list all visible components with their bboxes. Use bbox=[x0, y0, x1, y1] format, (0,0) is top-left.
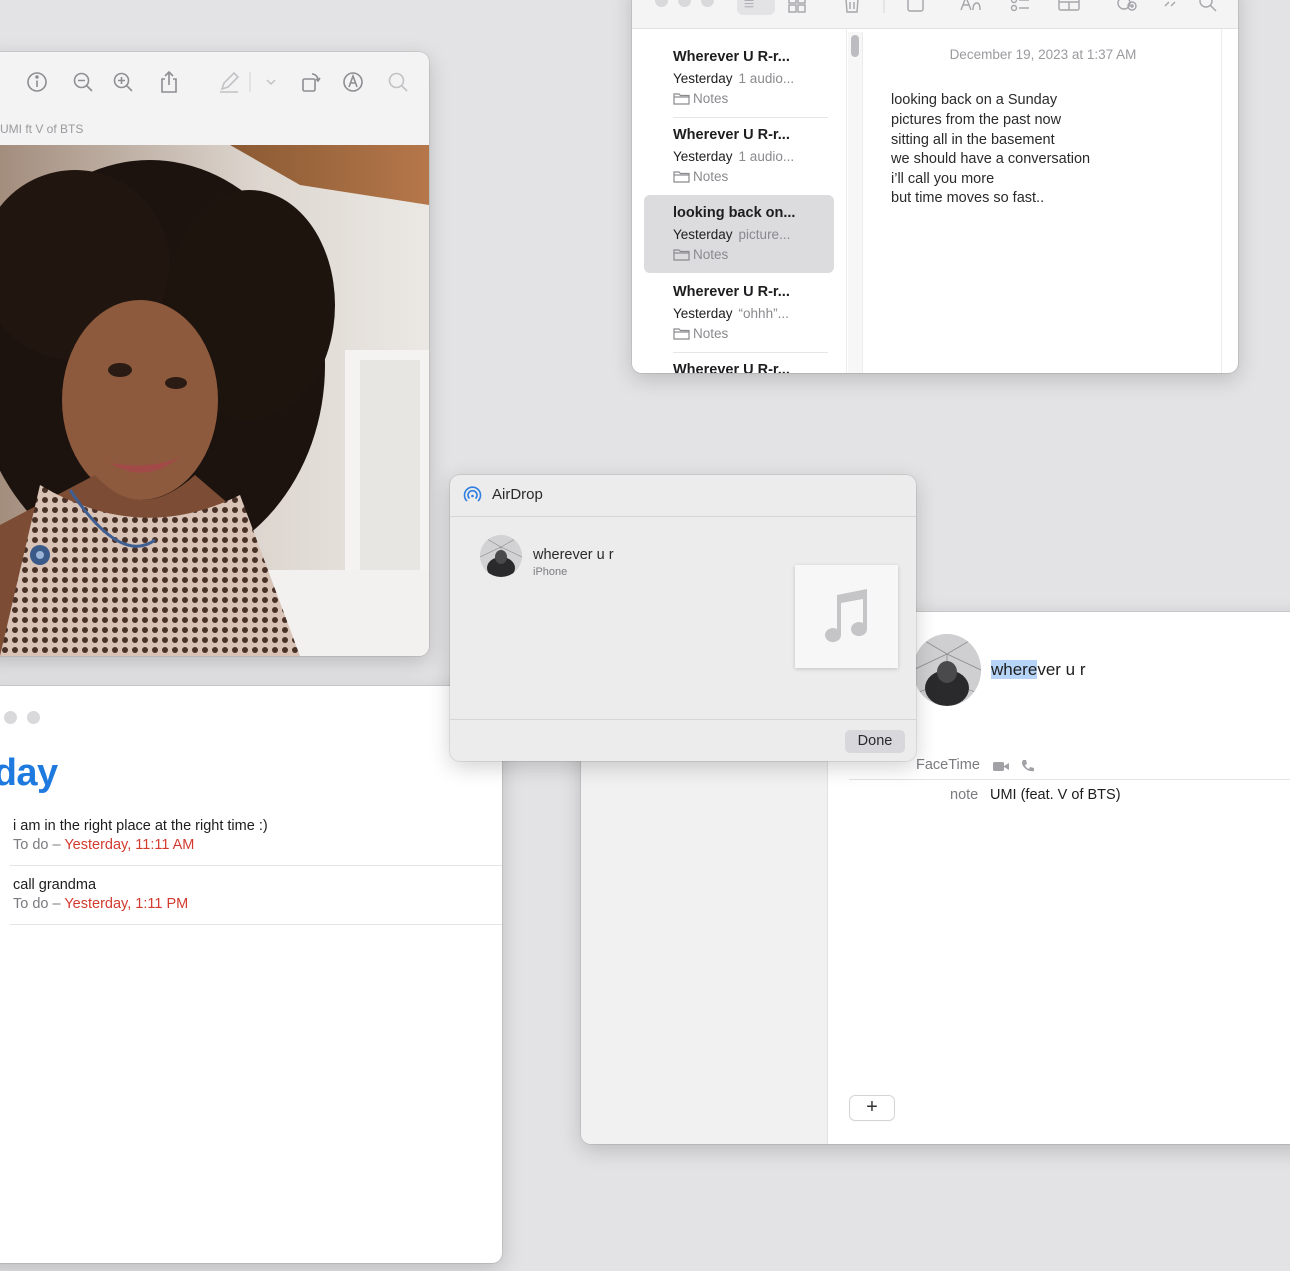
note-line: but time moves so fast.. bbox=[891, 190, 1045, 206]
folder-icon bbox=[673, 93, 690, 105]
zoom-in-icon[interactable] bbox=[110, 69, 136, 95]
note-line: sitting all in the basement bbox=[891, 132, 1055, 148]
note-field-label: note bbox=[950, 787, 979, 803]
gallery-view-icon[interactable] bbox=[785, 0, 809, 15]
search-icon[interactable] bbox=[1196, 0, 1220, 15]
info-icon[interactable] bbox=[24, 69, 50, 95]
note-line: i’ll call you more bbox=[891, 171, 995, 187]
notes-list: Wherever U R-r... Yesterday 1 audio... No… bbox=[632, 29, 847, 373]
device-avatar[interactable] bbox=[480, 535, 522, 577]
note-list-item[interactable]: Wherever U R-r... Yesterday 1 audio... No… bbox=[644, 39, 834, 118]
note-list-item[interactable]: Wherever U R-r... Yesterday 1 audio... No… bbox=[644, 117, 834, 195]
portrait-photo bbox=[0, 145, 429, 656]
folder-icon bbox=[673, 328, 690, 340]
reminder-title: i am in the right place at the right tim… bbox=[13, 818, 268, 834]
checklist-icon[interactable] bbox=[1008, 0, 1032, 15]
list-view-icon[interactable] bbox=[737, 0, 775, 15]
note-list-item[interactable]: Wherever U R-r... bbox=[644, 352, 834, 373]
delete-icon[interactable] bbox=[840, 0, 864, 15]
collaborate-icon[interactable] bbox=[1115, 0, 1139, 15]
reminder-item[interactable]: i am in the right place at the right tim… bbox=[10, 818, 502, 866]
preview-toolbar bbox=[0, 52, 429, 114]
airdrop-title: AirDrop bbox=[492, 486, 543, 503]
video-camera-icon[interactable] bbox=[992, 758, 1010, 774]
contact-avatar[interactable] bbox=[913, 634, 981, 706]
search-icon[interactable] bbox=[385, 69, 411, 95]
format-icon[interactable] bbox=[958, 0, 982, 15]
reminder-item[interactable]: call grandma To do – Yesterday, 1:11 PM bbox=[10, 877, 502, 925]
note-line: we should have a conversation bbox=[891, 151, 1091, 167]
reminder-due: Yesterday, 1:11 PM bbox=[64, 896, 189, 912]
list-heading: oday bbox=[0, 752, 58, 794]
airdrop-sheet: AirDrop wherever u r iPhone Done bbox=[450, 475, 916, 761]
compose-icon[interactable] bbox=[904, 0, 928, 15]
zoom-button[interactable] bbox=[27, 711, 40, 724]
preview-window: UMI ft V of BTS bbox=[0, 52, 429, 656]
music-note-icon bbox=[825, 589, 868, 643]
share-icon[interactable] bbox=[156, 69, 182, 95]
note-list-item[interactable]: Wherever U R-r... Yesterday “ohhh”... Not… bbox=[644, 274, 834, 353]
rotate-icon[interactable] bbox=[298, 69, 324, 95]
separator bbox=[242, 69, 256, 95]
notes-window: Wherever U R-r... Yesterday 1 audio... No… bbox=[632, 0, 1238, 373]
zoom-out-icon[interactable] bbox=[70, 69, 96, 95]
notes-toolbar bbox=[632, 0, 1238, 29]
reminders-window: oday i am in the right place at the righ… bbox=[0, 686, 502, 1263]
table-icon[interactable] bbox=[1057, 0, 1081, 15]
airdrop-header: AirDrop bbox=[450, 475, 916, 517]
note-list-item-selected[interactable]: looking back on... Yesterday picture... N… bbox=[644, 195, 834, 273]
more-chevron-icon[interactable] bbox=[1160, 0, 1184, 15]
device-name[interactable]: wherever u r bbox=[533, 547, 614, 563]
contact-name[interactable]: wherever u r bbox=[991, 660, 1086, 680]
minimize-button[interactable] bbox=[4, 711, 17, 724]
note-line: pictures from the past now bbox=[891, 112, 1062, 128]
add-field-button[interactable]: + bbox=[850, 1096, 894, 1120]
airdrop-icon bbox=[462, 485, 483, 506]
minimize-button[interactable] bbox=[678, 0, 691, 7]
reminder-title: call grandma bbox=[13, 877, 97, 893]
close-button[interactable] bbox=[655, 0, 668, 7]
done-button[interactable]: Done bbox=[845, 730, 905, 753]
phone-icon[interactable] bbox=[1019, 758, 1037, 774]
chevron-down-icon[interactable] bbox=[258, 69, 276, 95]
facetime-label: FaceTime bbox=[916, 757, 980, 773]
folder-icon bbox=[673, 171, 690, 183]
notes-list-scrollbar[interactable] bbox=[848, 32, 863, 373]
scrollbar-thumb[interactable] bbox=[851, 35, 859, 57]
reminder-due: Yesterday, 11:11 AM bbox=[64, 837, 195, 853]
note-date: December 19, 2023 at 1:37 AM bbox=[949, 47, 1137, 62]
annotate-icon[interactable] bbox=[340, 69, 366, 95]
zoom-button[interactable] bbox=[701, 0, 714, 7]
folder-icon bbox=[673, 249, 690, 261]
note-editor[interactable]: December 19, 2023 at 1:37 AM looking bac… bbox=[864, 29, 1222, 373]
separator bbox=[872, 0, 885, 15]
music-file-thumbnail bbox=[795, 565, 898, 668]
device-type: iPhone bbox=[533, 566, 568, 578]
note-field-value[interactable]: UMI (feat. V of BTS) bbox=[990, 787, 1121, 803]
document-title: UMI ft V of BTS bbox=[0, 122, 84, 136]
markup-pen-icon[interactable] bbox=[216, 69, 242, 95]
note-line: looking back on a Sunday bbox=[891, 92, 1058, 108]
